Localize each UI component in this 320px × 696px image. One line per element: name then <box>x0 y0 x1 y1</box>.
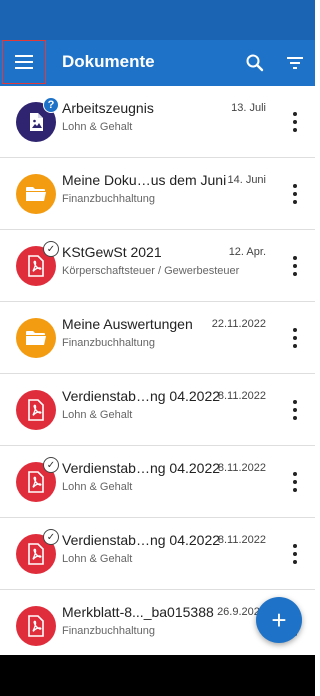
check-badge-icon: ✓ <box>43 241 59 257</box>
document-row[interactable]: ✓ KStGewSt 2021 12. Apr. Körperschaftsteuer… <box>0 230 315 302</box>
document-title: Meine Doku…us dem Juni <box>62 172 227 188</box>
status-bar <box>0 0 315 40</box>
question-badge-icon: ? <box>43 97 59 113</box>
plus-icon: + <box>271 605 287 635</box>
more-options-icon[interactable] <box>291 544 299 564</box>
system-navigation-bar <box>0 655 315 696</box>
document-title: Verdienstab…ng 04.2022 <box>62 460 221 476</box>
add-document-button[interactable]: + <box>256 597 302 643</box>
document-title: Merkblatt-8..._ba015388 <box>62 604 214 620</box>
document-row[interactable]: ? Arbeitszeugnis 13. Juli Lohn & Gehalt <box>0 86 315 158</box>
document-category: Lohn & Gehalt <box>62 553 133 565</box>
more-options-icon[interactable] <box>291 328 299 348</box>
pdf-icon <box>28 399 44 421</box>
document-category: Lohn & Gehalt <box>62 481 133 493</box>
more-options-icon[interactable] <box>291 472 299 492</box>
document-list: ? Arbeitszeugnis 13. Juli Lohn & Gehalt Mein… <box>0 86 315 662</box>
document-title: Meine Auswertungen <box>62 316 193 332</box>
document-row[interactable]: Meine Doku…us dem Juni 14. Juni Finanzbuch… <box>0 158 315 230</box>
document-type-avatar: ? <box>16 97 59 142</box>
pdf-icon <box>28 543 44 565</box>
app-bar: Dokumente <box>0 40 315 86</box>
document-type-avatar: ✓ <box>16 457 59 502</box>
document-row[interactable]: Verdienstab…ng 04.2022 8.11.2022 Lohn & Ge… <box>0 374 315 446</box>
document-type-avatar: ✓ <box>16 241 59 286</box>
check-badge-icon: ✓ <box>43 529 59 545</box>
document-title: Verdienstab…ng 04.2022 <box>62 532 221 548</box>
document-type-avatar <box>16 174 56 214</box>
document-title: Verdienstab…ng 04.2022 <box>62 388 221 404</box>
menu-button[interactable] <box>2 40 46 84</box>
document-row[interactable]: Meine Auswertungen 22.11.2022 Finanzbuchha… <box>0 302 315 374</box>
more-options-icon[interactable] <box>291 112 299 132</box>
document-category: Lohn & Gehalt <box>62 409 133 421</box>
document-date: 22.11.2022 <box>211 318 266 330</box>
document-type-avatar <box>16 606 56 646</box>
check-badge-icon: ✓ <box>43 457 59 473</box>
pdf-icon <box>28 255 44 277</box>
document-type-avatar <box>16 318 56 358</box>
folder-icon <box>26 331 46 345</box>
document-date: 13. Juli <box>231 102 266 114</box>
menu-icon <box>15 55 33 69</box>
document-type-avatar: ✓ <box>16 529 59 574</box>
document-date: 14. Juni <box>227 174 266 186</box>
document-date: 8.11.2022 <box>217 462 266 474</box>
document-type-avatar <box>16 390 56 430</box>
document-date: 8.11.2022 <box>217 534 266 546</box>
page-title: Dokumente <box>62 52 155 71</box>
document-category: Finanzbuchhaltung <box>62 337 155 349</box>
document-row[interactable]: ✓ Verdienstab…ng 04.2022 8.11.2022 Lohn & G… <box>0 518 315 590</box>
document-row[interactable]: ✓ Verdienstab…ng 04.2022 8.11.2022 Lohn & G… <box>0 446 315 518</box>
pdf-icon <box>28 615 44 637</box>
document-category: Finanzbuchhaltung <box>62 193 155 205</box>
more-options-icon[interactable] <box>291 256 299 276</box>
document-category: Lohn & Gehalt <box>62 121 133 133</box>
document-date: 8.11.2022 <box>217 390 266 402</box>
document-date: 12. Apr. <box>228 246 266 258</box>
more-options-icon[interactable] <box>291 400 299 420</box>
document-title: KStGewSt 2021 <box>62 244 162 260</box>
document-category: Körperschaftsteuer / Gewerbesteuer <box>62 265 240 277</box>
pdf-icon <box>28 471 44 493</box>
document-title: Arbeitszeugnis <box>62 100 154 116</box>
filter-icon[interactable] <box>283 51 307 75</box>
image-document-icon <box>30 113 43 131</box>
search-icon[interactable] <box>243 51 267 75</box>
folder-icon <box>26 187 46 201</box>
document-category: Finanzbuchhaltung <box>62 625 155 637</box>
more-options-icon[interactable] <box>291 184 299 204</box>
